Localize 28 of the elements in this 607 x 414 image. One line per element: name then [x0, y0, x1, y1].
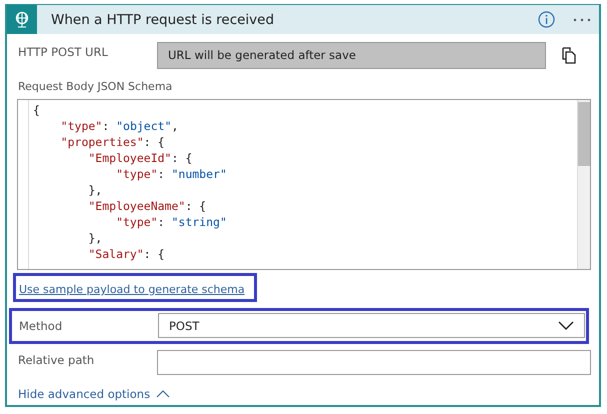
code-line: {	[32, 102, 41, 118]
field-label: Method	[18, 318, 64, 332]
code-line: "Salary": {	[87, 246, 166, 262]
code-line: "EmployeeName": {	[87, 198, 208, 214]
code-line: "properties": {	[60, 134, 166, 150]
chevron-up-icon	[156, 390, 170, 398]
field-label: Relative path	[17, 352, 96, 366]
code-editor[interactable]: { "type": "object", "properties": { "EmployeeId": { "type": "number" }, "EmployeeName": { "type": "string" }, "Salary": {	[17, 99, 591, 270]
url-field: URL will be generated after save	[157, 42, 546, 69]
field-label: HTTP POST URL	[17, 44, 109, 58]
card-title: When a HTTP request is received	[51, 12, 276, 28]
scrollbar[interactable]	[577, 100, 590, 269]
code-line: },	[87, 230, 104, 246]
schema-label: Request Body JSON Schema	[18, 80, 174, 93]
chevron-down-icon	[558, 321, 574, 330]
code-line: "type": "string"	[115, 214, 228, 230]
advanced-options-toggle[interactable]: Hide advanced options	[18, 387, 170, 401]
code-line: "type": "number"	[115, 166, 228, 182]
relative-path-field[interactable]	[157, 350, 591, 375]
scrollbar-thumb[interactable]	[578, 102, 590, 166]
code-line: "type": "object",	[60, 118, 180, 134]
code-line: },	[87, 182, 104, 198]
code-line: "EmployeeId": {	[87, 150, 194, 166]
more-options-icon[interactable]	[573, 18, 591, 22]
method-dropdown[interactable]: POST	[158, 313, 585, 338]
info-icon[interactable]	[538, 11, 555, 28]
sample-payload-link[interactable]: Use sample payload to generate schema	[19, 283, 245, 296]
copy-icon[interactable]	[562, 47, 576, 64]
